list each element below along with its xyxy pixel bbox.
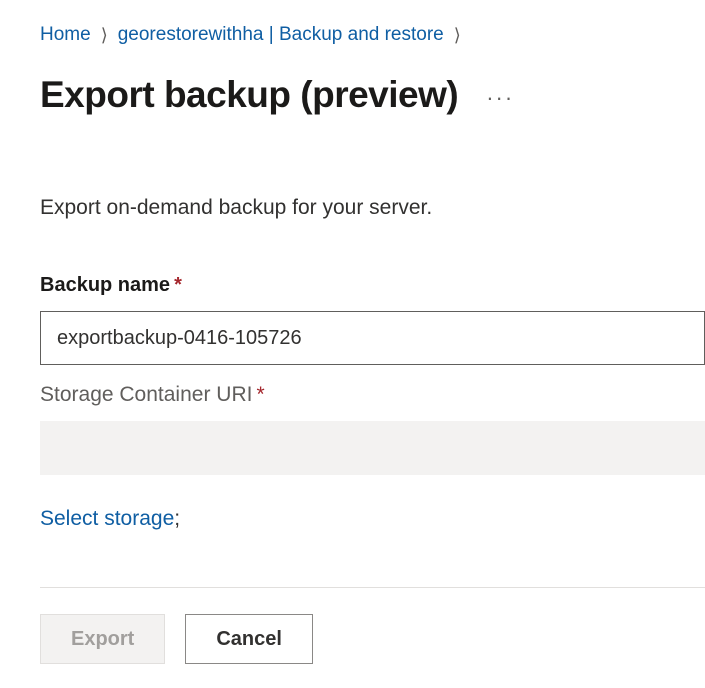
export-button[interactable]: Export	[40, 614, 165, 664]
backup-name-input[interactable]	[40, 311, 705, 365]
footer-actions: Export Cancel	[40, 587, 705, 688]
more-icon[interactable]: ···	[486, 81, 514, 109]
chevron-right-icon: ⟩	[454, 25, 461, 46]
page-title: Export backup (preview)	[40, 74, 458, 116]
storage-uri-label: Storage Container URI*	[40, 383, 705, 407]
breadcrumb-home[interactable]: Home	[40, 24, 91, 46]
storage-uri-field: Storage Container URI*	[40, 383, 705, 475]
select-storage-link[interactable]: Select storage	[40, 507, 174, 530]
chevron-right-icon: ⟩	[101, 25, 108, 46]
page-description: Export on-demand backup for your server.	[40, 196, 705, 220]
breadcrumb-resource[interactable]: georestorewithha | Backup and restore	[118, 24, 444, 46]
semicolon: ;	[174, 507, 180, 530]
storage-uri-input[interactable]	[40, 421, 705, 475]
select-storage-row: Select storage;	[40, 507, 705, 531]
cancel-button[interactable]: Cancel	[185, 614, 313, 664]
backup-name-field: Backup name*	[40, 274, 705, 365]
required-indicator: *	[256, 383, 264, 406]
required-indicator: *	[174, 274, 182, 296]
breadcrumb: Home ⟩ georestorewithha | Backup and res…	[40, 24, 705, 46]
backup-name-label: Backup name*	[40, 274, 705, 297]
